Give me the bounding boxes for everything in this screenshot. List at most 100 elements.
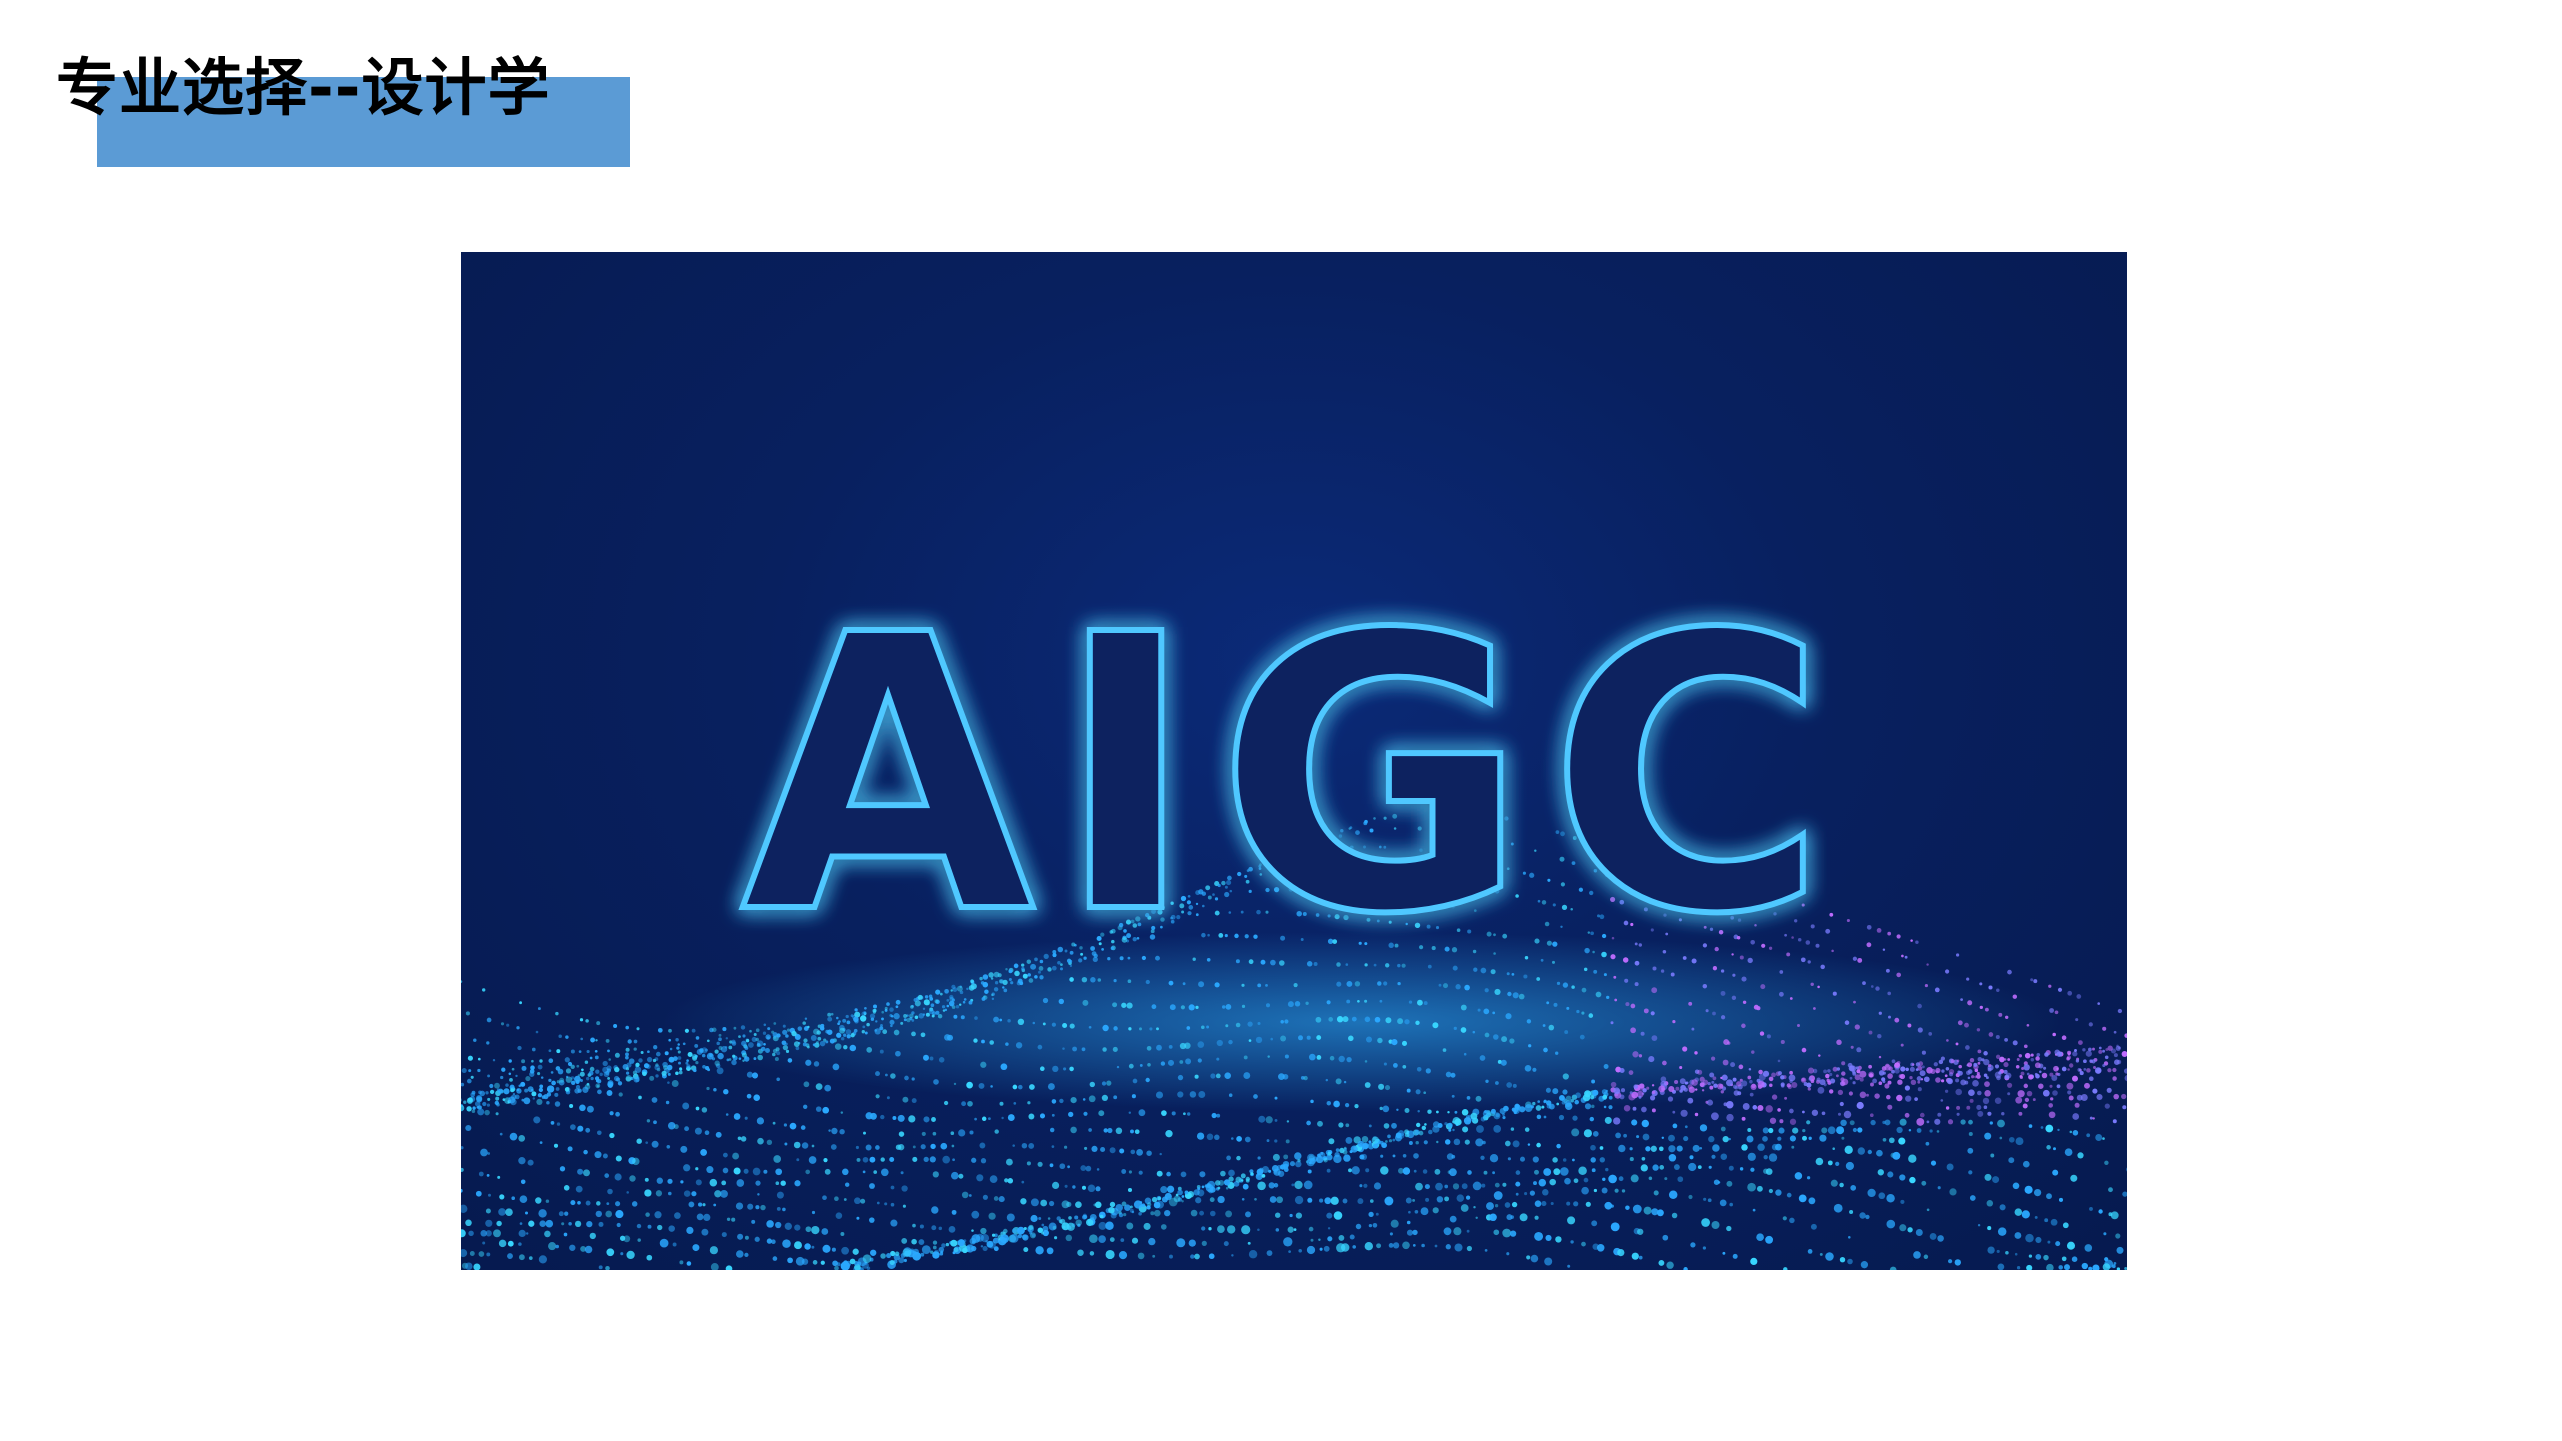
particle-dot (579, 1018, 584, 1022)
particle-dot (1966, 977, 1970, 981)
particle-dot (1372, 1222, 1378, 1228)
particle-dot (1402, 1241, 1410, 1250)
particle-dot (1650, 1095, 1656, 1101)
particle-dot (1726, 1113, 1734, 1122)
particle-dot (1543, 1115, 1547, 1119)
particle-dot (912, 1248, 919, 1255)
particle-dot (940, 1142, 948, 1150)
particle-dot (1732, 1253, 1738, 1259)
particle-dot (1417, 1109, 1420, 1113)
particle-dot (1917, 1027, 1923, 1033)
particle-dot (1241, 1004, 1246, 1009)
particle-dot (1641, 1119, 1650, 1128)
particle-dot (1548, 1103, 1555, 1110)
particle-dot (1856, 1047, 1862, 1053)
particle-dot (901, 1185, 908, 1192)
particle-dot (982, 1246, 988, 1252)
particle-dot (1988, 985, 1993, 990)
particle-dot (2086, 1068, 2091, 1073)
particle-dot (1777, 1070, 1783, 1076)
particle-dot (523, 1097, 531, 1105)
particle-dot (830, 1144, 837, 1150)
particle-dot (1511, 1201, 1518, 1208)
particle-dot (496, 1220, 502, 1227)
particle-dot (1697, 1069, 1703, 1075)
particle-dot (1581, 1186, 1589, 1195)
particle-dot (1005, 1158, 1013, 1166)
particle-dot (1979, 1005, 1983, 1010)
particle-dot (1811, 1109, 1819, 1116)
particle-dot (1384, 1196, 1394, 1206)
particle-dot (2068, 1095, 2074, 1101)
particle-dot (633, 1047, 637, 1051)
particle-dot (2033, 979, 2038, 984)
particle-dot (822, 1244, 831, 1253)
particle-dot (863, 1011, 867, 1015)
particle-dot (1542, 1189, 1549, 1196)
particle-dot (1688, 1194, 1693, 1200)
particle-dot (1955, 1088, 1962, 1096)
particle-dot (2116, 1044, 2119, 1048)
particle-dot (539, 1059, 543, 1063)
particle-dot (1482, 1109, 1491, 1118)
particle-dot (565, 1068, 572, 1074)
particle-dot (1475, 1095, 1482, 1102)
particle-dot (1351, 1166, 1360, 1175)
particle-dot (776, 1206, 781, 1211)
particle-dot (1338, 1122, 1344, 1128)
particle-dot (1489, 1154, 1499, 1163)
particle-dot (876, 1201, 880, 1205)
particle-dot (1524, 1104, 1533, 1113)
particle-dot (1581, 1011, 1585, 1015)
particle-dot (1752, 1208, 1756, 1212)
particle-dot (1992, 1176, 2000, 1184)
particle-dot (1006, 1213, 1015, 1222)
particle-dot (1630, 1174, 1639, 1183)
particle-dot (1333, 1100, 1340, 1108)
particle-dot (1509, 1230, 1517, 1237)
particle-dot (808, 1156, 817, 1164)
particle-dot (1460, 1027, 1467, 1033)
particle-dot (1936, 1130, 1940, 1133)
particle-dot (794, 1224, 801, 1231)
particle-dot (1379, 999, 1383, 1003)
particle-dot (1631, 1119, 1638, 1126)
particle-dot (1059, 1163, 1066, 1170)
particle-dot (1511, 1107, 1517, 1112)
particle-dot (1965, 1045, 1970, 1050)
particle-dot (1780, 1075, 1785, 1080)
particle-dot (1171, 1111, 1176, 1116)
particle-dot (1821, 1111, 1826, 1116)
particle-dot (645, 1212, 650, 1217)
particle-dot (1734, 1085, 1739, 1090)
particle-dot (1801, 1047, 1807, 1053)
particle-dot (1651, 1084, 1655, 1087)
particle-dot (1747, 1152, 1756, 1161)
particle-dot (577, 1125, 584, 1132)
particle-dot (1286, 1120, 1290, 1123)
particle-dot (840, 1111, 844, 1114)
particle-dot (1967, 1076, 1971, 1080)
particle-dot (1001, 1116, 1004, 1120)
particle-dot (2030, 978, 2034, 982)
particle-dot (625, 1076, 631, 1082)
particle-dot (2098, 1046, 2102, 1050)
particle-dot (906, 1017, 911, 1023)
particle-dot (1089, 1213, 1097, 1221)
particle-dot (951, 1209, 957, 1215)
particle-dot (638, 1095, 642, 1100)
particle-dot (1982, 1097, 1990, 1105)
particle-dot (787, 1257, 793, 1264)
particle-dot (1198, 1091, 1206, 1098)
particle-dot (875, 1094, 880, 1099)
particle-dot (801, 1258, 809, 1265)
particle-dot (754, 1236, 760, 1242)
particle-dot (1493, 1229, 1500, 1236)
particle-dot (1492, 1171, 1496, 1175)
particle-dot (2072, 1051, 2078, 1057)
particle-dot (518, 1254, 525, 1261)
particle-dot (586, 1082, 590, 1086)
particle-dot (1870, 985, 1874, 988)
particle-dot (880, 1024, 883, 1027)
particle-dot (1690, 1242, 1696, 1248)
